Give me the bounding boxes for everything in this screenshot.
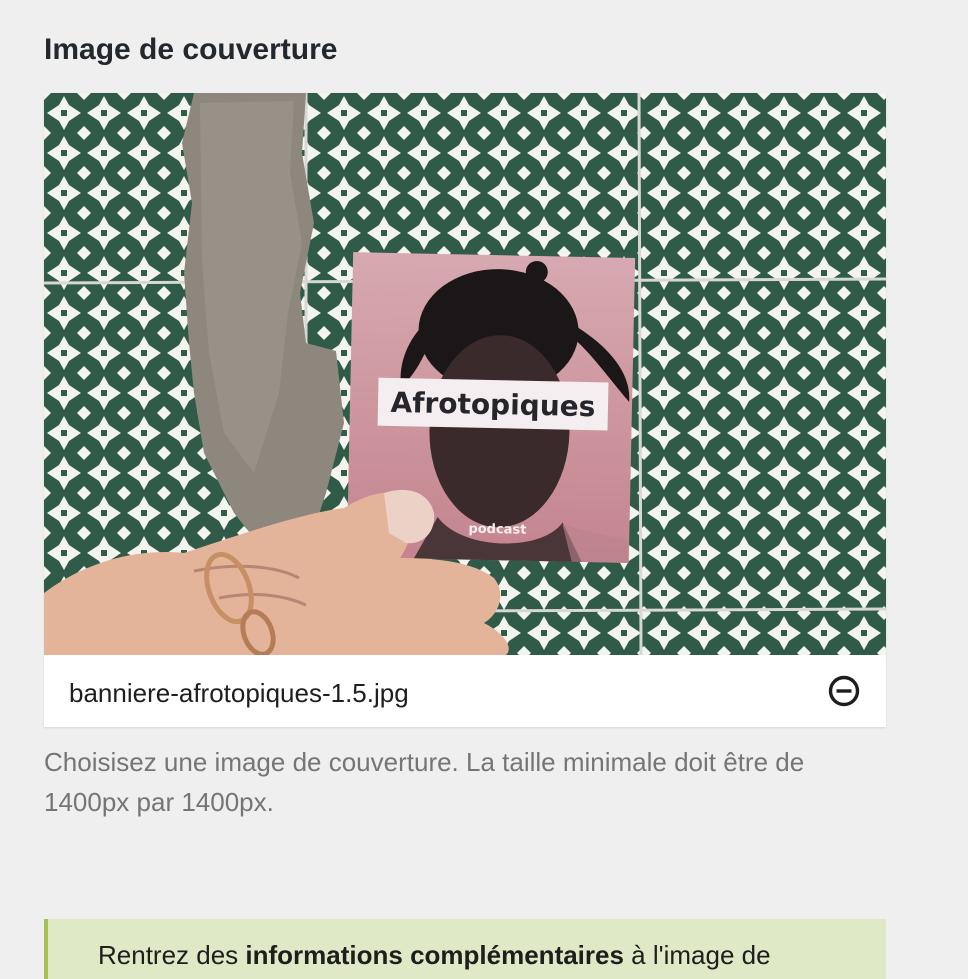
info-notice: Rentrez des informations complémentaires… <box>44 919 886 979</box>
notice-suffix: à l'image de <box>623 940 771 970</box>
card-title: Afrotopiques <box>390 386 595 423</box>
notice-emphasis: informations complémentaires <box>245 940 624 970</box>
file-name: banniere-afrotopiques-1.5.jpg <box>69 678 409 708</box>
help-text: Choisisez une image de couverture. La ta… <box>44 747 805 817</box>
section-title: Image de couverture <box>44 33 338 66</box>
card-subtitle: podcast <box>468 522 526 538</box>
notice-text: Rentrez des informations complémentaires… <box>98 937 771 973</box>
cover-image-card: Afrotopiques podcast banniere-afrotopiqu… <box>44 93 886 727</box>
remove-image-button[interactable] <box>827 674 861 708</box>
notice-prefix: Rentrez des <box>98 940 246 970</box>
cover-image-preview[interactable]: Afrotopiques podcast <box>44 93 886 655</box>
file-row: banniere-afrotopiques-1.5.jpg <box>44 655 886 727</box>
minus-circle-icon <box>828 675 860 707</box>
